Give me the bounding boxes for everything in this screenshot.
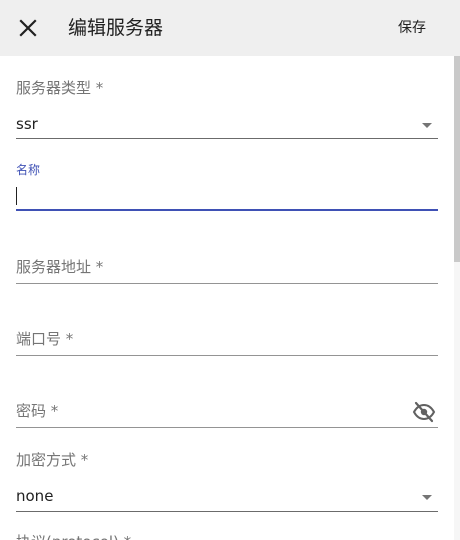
server-address-label: 服务器地址 * bbox=[16, 258, 104, 276]
server-type-underline bbox=[16, 138, 438, 139]
port-input[interactable]: 端口号 * bbox=[16, 324, 438, 356]
encryption-method-label: 加密方式 * bbox=[16, 451, 89, 469]
server-type-select[interactable]: 服务器类型 * ssr bbox=[16, 76, 438, 140]
dropdown-arrow-icon bbox=[422, 123, 432, 128]
server-address-underline bbox=[16, 283, 438, 284]
password-input[interactable]: 密码 * bbox=[16, 396, 438, 428]
port-label: 端口号 * bbox=[16, 330, 74, 348]
server-type-value: ssr bbox=[16, 115, 38, 133]
save-button[interactable]: 保存 bbox=[398, 18, 426, 38]
server-type-label: 服务器类型 * bbox=[16, 79, 104, 97]
encryption-method-underline bbox=[16, 511, 438, 512]
name-label: 名称 bbox=[16, 163, 41, 177]
protocol-label: 协议(protocol) * bbox=[16, 532, 131, 540]
encryption-method-value: none bbox=[16, 487, 54, 505]
text-cursor bbox=[16, 187, 17, 205]
scrollbar-thumb[interactable] bbox=[454, 56, 460, 262]
close-button[interactable] bbox=[10, 10, 46, 46]
name-input[interactable]: 名称 bbox=[16, 160, 438, 212]
server-address-input[interactable]: 服务器地址 * bbox=[16, 252, 438, 284]
protocol-select[interactable]: 协议(protocol) * bbox=[16, 530, 438, 540]
name-underline bbox=[16, 209, 438, 211]
eye-off-icon[interactable] bbox=[412, 400, 436, 424]
encryption-method-select[interactable]: 加密方式 * none bbox=[16, 448, 438, 512]
dropdown-arrow-icon bbox=[422, 495, 432, 500]
app-bar: 编辑服务器 保存 bbox=[0, 0, 460, 56]
server-form: 服务器类型 * ssr 名称 服务器地址 * 端口号 * 密码 * 加密方式 *… bbox=[0, 56, 454, 540]
port-underline bbox=[16, 355, 438, 356]
page-title: 编辑服务器 bbox=[68, 17, 164, 39]
close-icon bbox=[19, 19, 37, 37]
password-underline bbox=[16, 427, 438, 428]
password-label: 密码 * bbox=[16, 402, 59, 420]
scrollbar[interactable] bbox=[454, 56, 460, 540]
